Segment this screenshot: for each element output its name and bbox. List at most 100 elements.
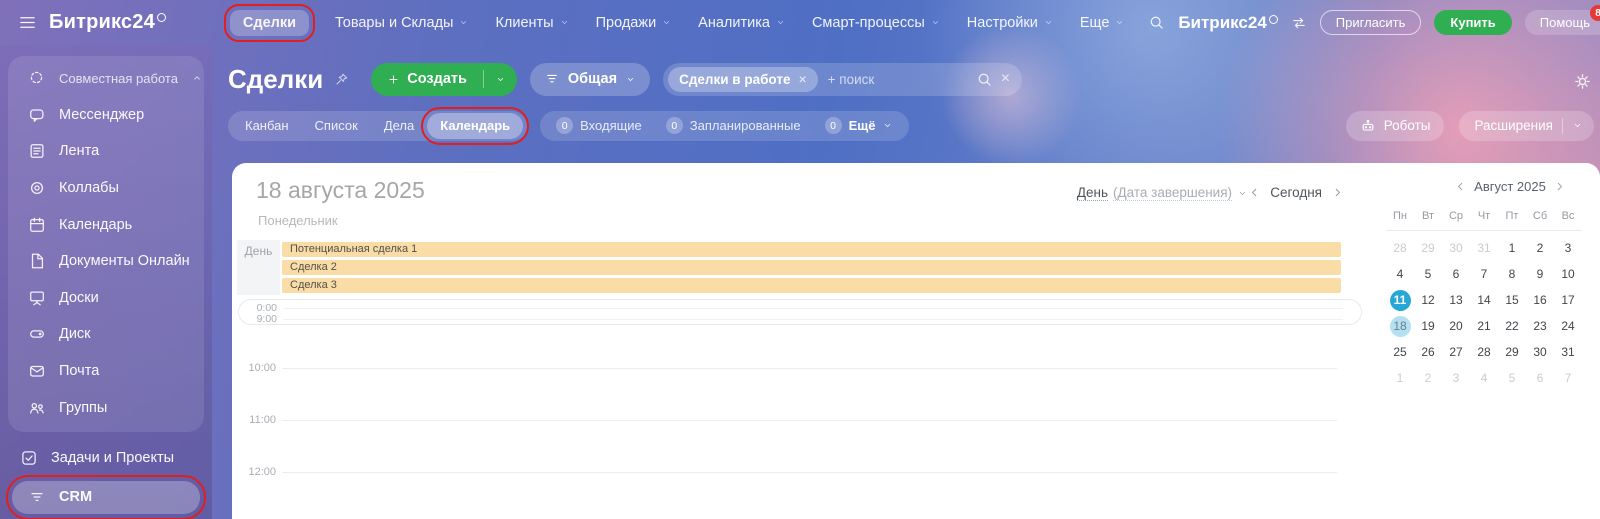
mini-calendar-day[interactable]: 26 [1414, 339, 1442, 365]
pin-icon[interactable] [334, 72, 349, 87]
mini-calendar-day[interactable]: 4 [1470, 365, 1498, 391]
sidebar-item[interactable]: Задачи и Проекты [0, 440, 212, 477]
mini-calendar-day[interactable]: 1 [1498, 235, 1526, 261]
mini-calendar-day[interactable]: 13 [1442, 287, 1470, 313]
view-tab[interactable]: Список [302, 118, 371, 133]
next-month-icon[interactable] [1553, 180, 1566, 193]
collapsed-hours-band[interactable]: 0:00 9:00 [238, 299, 1362, 325]
mini-calendar-day[interactable]: 7 [1470, 261, 1498, 287]
mini-calendar-day[interactable]: 24 [1554, 313, 1582, 339]
prev-day-icon[interactable] [1248, 186, 1261, 199]
nav-item[interactable]: Товары и Склады [335, 15, 469, 31]
deal-event[interactable]: Сделка 2 [282, 260, 1341, 275]
prev-month-icon[interactable] [1454, 180, 1467, 193]
mini-calendar-day[interactable]: 30 [1526, 339, 1554, 365]
mini-calendar-day[interactable]: 28 [1386, 235, 1414, 261]
search-icon[interactable] [1148, 14, 1165, 31]
mini-calendar-day[interactable]: 3 [1554, 235, 1582, 261]
mini-calendar-day[interactable]: 20 [1442, 313, 1470, 339]
nav-item[interactable]: Продажи [596, 15, 673, 31]
mini-calendar-day[interactable]: 18 [1386, 313, 1414, 339]
mini-calendar-day[interactable]: 17 [1554, 287, 1582, 313]
counter-item[interactable]: 0 Запланированные [654, 117, 813, 134]
search-input[interactable]: Сделки в работе × + поиск × [663, 63, 1022, 96]
mini-calendar-day[interactable]: 9 [1526, 261, 1554, 287]
sidebar-item[interactable]: CRM [12, 481, 200, 514]
remove-tag-icon[interactable]: × [798, 71, 806, 87]
sidebar-item[interactable]: Календарь [8, 206, 204, 243]
today-button[interactable]: Сегодня [1270, 185, 1322, 200]
sidebar-section-collab[interactable]: Совместная работа [8, 60, 204, 97]
counter-item[interactable]: 0 Ещё [813, 117, 906, 134]
search-icon[interactable] [976, 71, 993, 88]
mini-calendar-day[interactable]: 12 [1414, 287, 1442, 313]
clear-search-icon[interactable]: × [1001, 70, 1010, 88]
mini-calendar-day[interactable]: 5 [1498, 365, 1526, 391]
sidebar-item[interactable]: Коллабы [8, 170, 204, 207]
mini-calendar-day[interactable]: 4 [1386, 261, 1414, 287]
mini-calendar-day[interactable]: 6 [1442, 261, 1470, 287]
mini-calendar-day[interactable]: 3 [1442, 365, 1470, 391]
mini-calendar-day[interactable]: 15 [1498, 287, 1526, 313]
mini-calendar-day[interactable]: 29 [1414, 235, 1442, 261]
mini-calendar-day[interactable]: 22 [1498, 313, 1526, 339]
extensions-button[interactable]: Расширения [1459, 111, 1594, 141]
sidebar-item[interactable]: Доски [8, 280, 204, 317]
mini-calendar-day[interactable]: 2 [1526, 235, 1554, 261]
hamburger-menu-icon[interactable] [18, 13, 37, 32]
hour-row[interactable]: 11:00 [232, 420, 1342, 472]
mini-calendar-day[interactable]: 19 [1414, 313, 1442, 339]
deal-event[interactable]: Сделка 3 [282, 278, 1341, 293]
help-button[interactable]: Помощь 8 [1525, 10, 1600, 35]
mini-calendar-day[interactable]: 21 [1470, 313, 1498, 339]
view-tab[interactable]: Календарь [427, 113, 523, 139]
mini-calendar-day[interactable]: 25 [1386, 339, 1414, 365]
nav-item[interactable]: Клиенты [495, 15, 569, 31]
mini-calendar-day[interactable]: 1 [1386, 365, 1414, 391]
mini-calendar-day[interactable]: 10 [1554, 261, 1582, 287]
create-button[interactable]: Создать [371, 63, 517, 96]
filter-preset-button[interactable]: Общая [530, 63, 650, 96]
deal-event[interactable]: Потенциальная сделка 1 [282, 242, 1341, 257]
mini-calendar-day[interactable]: 6 [1526, 365, 1554, 391]
view-tab[interactable]: Канбан [232, 118, 302, 133]
view-tab[interactable]: Дела [371, 118, 427, 133]
buy-button[interactable]: Купить [1434, 10, 1511, 35]
next-day-icon[interactable] [1331, 186, 1344, 199]
sidebar-item[interactable]: Лента [8, 133, 204, 170]
mini-calendar-day[interactable]: 7 [1554, 365, 1582, 391]
mini-calendar-day[interactable]: 27 [1442, 339, 1470, 365]
invite-button[interactable]: Пригласить [1320, 10, 1422, 35]
sidebar-item[interactable]: Документы Онлайн [8, 243, 204, 280]
nav-item[interactable]: Настройки [967, 15, 1054, 31]
robots-button[interactable]: Роботы [1346, 111, 1445, 141]
mini-calendar-day[interactable]: 31 [1470, 235, 1498, 261]
mini-calendar-day[interactable]: 30 [1442, 235, 1470, 261]
nav-item[interactable]: Аналитика [698, 15, 786, 31]
settings-gear-icon[interactable] [1573, 72, 1592, 91]
swap-arrows-icon[interactable] [1291, 15, 1307, 31]
sidebar-item[interactable]: Почта [8, 353, 204, 390]
mini-calendar-day[interactable]: 29 [1498, 339, 1526, 365]
nav-item[interactable]: Сделки [230, 10, 309, 36]
counter-item[interactable]: 0 Входящие [544, 117, 654, 134]
mini-calendar-day[interactable]: 23 [1526, 313, 1554, 339]
hour-row[interactable]: 12:00 [232, 472, 1342, 519]
mini-calendar-day[interactable]: 8 [1498, 261, 1526, 287]
nav-item[interactable]: Смарт-процессы [812, 15, 941, 31]
view-mode-dropdown[interactable]: День (Дата завершения) [1077, 185, 1248, 201]
hour-row[interactable]: 10:00 [232, 368, 1342, 420]
mini-calendar-day[interactable]: 31 [1554, 339, 1582, 365]
nav-item[interactable]: Еще [1080, 15, 1126, 31]
mini-calendar-day[interactable]: 28 [1470, 339, 1498, 365]
mini-calendar-day[interactable]: 14 [1470, 287, 1498, 313]
sidebar-item[interactable]: Группы [8, 389, 204, 426]
mini-calendar-day[interactable]: 5 [1414, 261, 1442, 287]
create-dropdown-toggle[interactable] [484, 74, 517, 85]
mini-calendar-day[interactable]: 11 [1386, 287, 1414, 313]
mini-calendar-day[interactable]: 2 [1414, 365, 1442, 391]
mini-calendar-day[interactable]: 16 [1526, 287, 1554, 313]
search-filter-tag[interactable]: Сделки в работе × [668, 67, 818, 92]
sidebar-item[interactable]: Мессенджер [8, 97, 204, 134]
sidebar-item[interactable]: Диск [8, 316, 204, 353]
